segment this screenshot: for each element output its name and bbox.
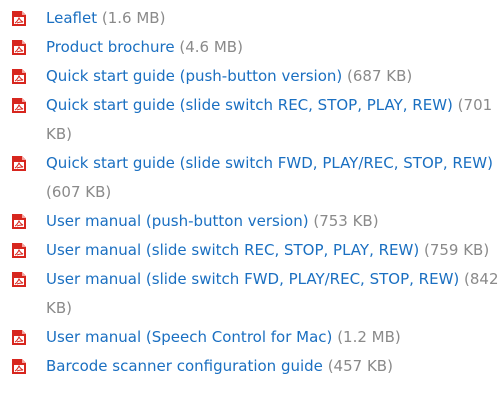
document-link[interactable]: User manual (slide switch FWD, PLAY/REC,… bbox=[46, 270, 459, 288]
document-link[interactable]: Quick start guide (push-button version) bbox=[46, 67, 342, 85]
list-item: User manual (slide switch REC, STOP, PLA… bbox=[0, 236, 502, 265]
list-item: Quick start guide (push-button version) … bbox=[0, 62, 502, 91]
list-item: Product brochure (4.6 MB) bbox=[0, 33, 502, 62]
document-link[interactable]: Product brochure bbox=[46, 38, 175, 56]
document-link[interactable]: Quick start guide (slide switch REC, STO… bbox=[46, 96, 453, 114]
document-link[interactable]: Leaflet bbox=[46, 9, 97, 27]
pdf-icon bbox=[12, 11, 26, 26]
list-item: User manual (slide switch FWD, PLAY/REC,… bbox=[0, 265, 502, 323]
document-link[interactable]: Quick start guide (slide switch FWD, PLA… bbox=[46, 154, 493, 172]
file-size: (607 KB) bbox=[46, 183, 112, 201]
pdf-icon bbox=[12, 330, 26, 345]
pdf-icon bbox=[12, 98, 26, 113]
pdf-icon bbox=[12, 272, 26, 287]
list-item: User manual (Speech Control for Mac) (1.… bbox=[0, 323, 502, 352]
pdf-icon bbox=[12, 214, 26, 229]
pdf-icon bbox=[12, 359, 26, 374]
pdf-icon bbox=[12, 40, 26, 55]
pdf-icon bbox=[12, 243, 26, 258]
file-size: (753 KB) bbox=[313, 212, 379, 230]
document-list: Leaflet (1.6 MB) Product brochure (4.6 M… bbox=[0, 0, 502, 381]
file-size: (1.6 MB) bbox=[101, 9, 166, 27]
file-size: (457 KB) bbox=[327, 357, 393, 375]
list-item: Leaflet (1.6 MB) bbox=[0, 4, 502, 33]
pdf-icon bbox=[12, 156, 26, 171]
pdf-icon bbox=[12, 69, 26, 84]
document-link[interactable]: User manual (slide switch REC, STOP, PLA… bbox=[46, 241, 419, 259]
document-link[interactable]: User manual (push-button version) bbox=[46, 212, 309, 230]
file-size: (687 KB) bbox=[347, 67, 413, 85]
list-item: Quick start guide (slide switch REC, STO… bbox=[0, 91, 502, 149]
list-item: Quick start guide (slide switch FWD, PLA… bbox=[0, 149, 502, 207]
list-item: User manual (push-button version) (753 K… bbox=[0, 207, 502, 236]
file-size: (4.6 MB) bbox=[179, 38, 243, 56]
list-item: Barcode scanner configuration guide (457… bbox=[0, 352, 502, 381]
document-link[interactable]: User manual (Speech Control for Mac) bbox=[46, 328, 332, 346]
file-size: (1.2 MB) bbox=[337, 328, 401, 346]
document-link[interactable]: Barcode scanner configuration guide bbox=[46, 357, 323, 375]
file-size: (759 KB) bbox=[423, 241, 490, 259]
